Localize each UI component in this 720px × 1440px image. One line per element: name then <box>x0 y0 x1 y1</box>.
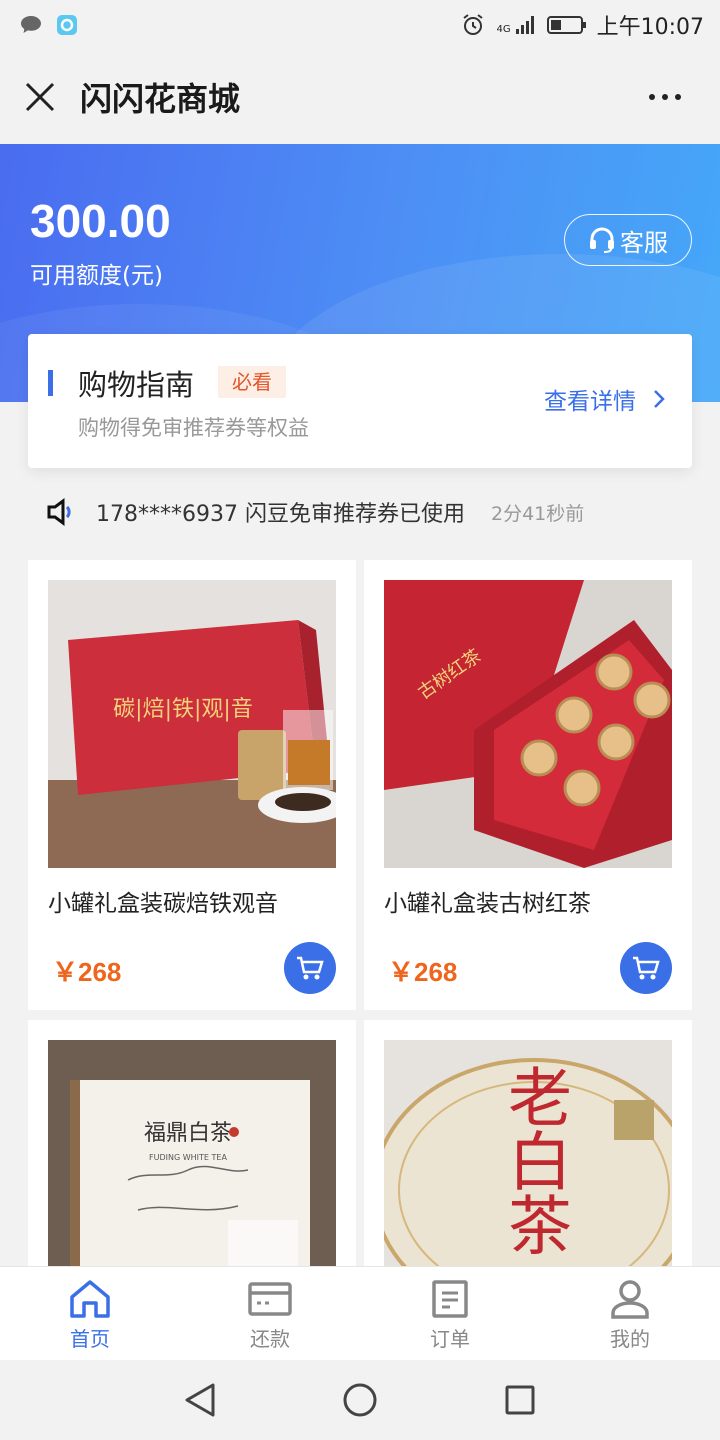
product-image[interactable]: 碳|焙|铁|观|音 <box>48 580 336 868</box>
document-icon <box>432 1280 468 1318</box>
product-name: 小罐礼盒装碳焙铁观音 <box>48 891 278 917</box>
close-icon <box>25 82 55 112</box>
shopping-guide-card[interactable]: 购物指南 必看 购物得免审推荐券等权益 查看详情 <box>28 334 692 468</box>
product-card[interactable]: 老白茶 <box>364 1020 692 1266</box>
view-details-label: 查看详情 <box>544 389 636 415</box>
tab-orders-label: 订单 <box>430 1327 470 1351</box>
product-name: 小罐礼盒装古树红茶 <box>384 891 591 917</box>
user-icon <box>611 1280 649 1319</box>
notice-ticker: 178****6937 闪豆免审推荐券已使用 2分41秒前 <box>46 492 584 532</box>
status-bar: 4G 上午10:07 <box>0 0 720 50</box>
available-amount: 300.00 <box>30 195 171 247</box>
chevron-right-icon <box>654 390 665 408</box>
product-image-label: 碳|焙|铁|观|音 <box>113 697 253 722</box>
guide-subtitle: 购物得免审推荐券等权益 <box>78 416 309 440</box>
status-time: 上午10:07 <box>596 15 704 40</box>
app-header: 闪闪花商城 <box>0 50 720 144</box>
headset-icon <box>590 227 614 253</box>
system-home-button[interactable] <box>340 1380 380 1420</box>
guide-badge: 必看 <box>218 366 286 398</box>
product-price: ￥268 <box>388 957 458 987</box>
system-recents-button[interactable] <box>500 1380 540 1420</box>
cart-icon <box>297 956 324 980</box>
tab-home-label: 首页 <box>70 1327 110 1351</box>
product-card[interactable]: 福鼎白茶 FUDING WHITE TEA <box>28 1020 356 1266</box>
alarm-icon <box>460 12 486 38</box>
guide-title: 购物指南 <box>78 368 195 402</box>
chat-bubble-icon <box>18 12 44 38</box>
bottom-tab-bar: 首页 还款 订单 我的 <box>0 1266 720 1360</box>
speaker-icon <box>47 498 71 526</box>
available-amount-label: 可用额度(元) <box>30 263 163 289</box>
product-card[interactable]: 碳|焙|铁|观|音 小罐礼盒装碳焙铁观音 ￥268 <box>28 560 356 1010</box>
app-notification-icon <box>54 12 80 38</box>
notice-time: 2分41秒前 <box>490 502 585 525</box>
product-image-label: 福鼎白茶 <box>144 1121 232 1146</box>
product-image-sublabel: FUDING WHITE TEA <box>149 1153 227 1162</box>
tab-profile[interactable]: 我的 <box>540 1267 720 1360</box>
more-dots-icon <box>649 94 655 100</box>
home-icon <box>70 1280 110 1318</box>
product-card[interactable]: 古树红茶 小罐礼盒装古树红茶 ￥268 <box>364 560 692 1010</box>
guide-accent-bar <box>48 370 53 396</box>
system-back-button[interactable] <box>180 1380 220 1420</box>
product-price: ￥268 <box>52 957 122 987</box>
tab-profile-label: 我的 <box>610 1327 650 1351</box>
tab-repay-label: 还款 <box>250 1327 290 1351</box>
tab-home[interactable]: 首页 <box>0 1267 180 1360</box>
back-triangle-icon <box>185 1383 215 1417</box>
network-type: 4G <box>496 24 511 35</box>
product-image-label: 老白茶 <box>497 1064 571 1256</box>
signal-icon: 4G <box>496 15 536 35</box>
product-image[interactable]: 老白茶 <box>384 1040 672 1266</box>
cart-icon <box>633 956 660 980</box>
close-button[interactable] <box>0 50 80 144</box>
page-title: 闪闪花商城 <box>80 80 241 118</box>
battery-icon <box>546 12 587 38</box>
add-to-cart-button[interactable] <box>620 942 672 994</box>
product-image[interactable]: 福鼎白茶 FUDING WHITE TEA <box>48 1040 336 1266</box>
add-to-cart-button[interactable] <box>284 942 336 994</box>
home-circle-icon <box>343 1383 377 1417</box>
card-icon <box>248 1282 292 1316</box>
notice-text: 178****6937 闪豆免审推荐券已使用 <box>96 502 465 527</box>
view-details-link[interactable]: 查看详情 <box>544 382 666 416</box>
recents-square-icon <box>505 1385 535 1415</box>
product-image[interactable]: 古树红茶 <box>384 580 672 868</box>
system-navigation-bar <box>0 1360 720 1440</box>
more-button[interactable] <box>640 80 690 114</box>
customer-service-label: 客服 <box>620 228 668 257</box>
tab-orders[interactable]: 订单 <box>360 1267 540 1360</box>
tab-repay[interactable]: 还款 <box>180 1267 360 1360</box>
customer-service-button[interactable]: 客服 <box>564 214 692 266</box>
